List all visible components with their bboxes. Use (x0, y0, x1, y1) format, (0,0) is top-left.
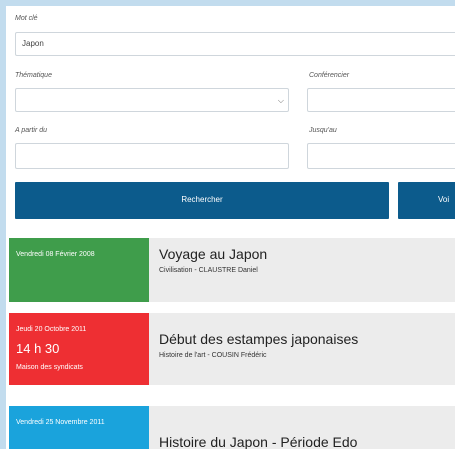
result-card[interactable]: Vendredi 08 Février 2008 Voyage au Japon… (9, 238, 455, 302)
result-place: Maison des syndicats (16, 364, 83, 371)
speaker-input[interactable] (307, 88, 455, 112)
from-date-label: A partir du (15, 127, 48, 134)
until-date-input[interactable] (307, 143, 455, 169)
result-date: Jeudi 20 Octobre 2011 (16, 326, 87, 333)
result-date-block: Vendredi 25 Novembre 2011 (9, 406, 149, 449)
keyword-input[interactable]: Japon (15, 32, 455, 56)
secondary-button[interactable]: Voi (398, 182, 455, 219)
keyword-value: Japon (22, 39, 44, 48)
result-card[interactable]: Jeudi 20 Octobre 2011 14 h 30 Maison des… (9, 313, 455, 385)
theme-select[interactable]: ⌵ (15, 88, 289, 112)
keyword-label: Mot clé (15, 15, 38, 22)
speaker-label: Conférencier (309, 72, 350, 79)
result-date-block: Jeudi 20 Octobre 2011 14 h 30 Maison des… (9, 313, 149, 385)
result-time: 14 h 30 (16, 341, 60, 356)
result-subtitle: Histoire de l'art - COUSIN Frédéric (159, 352, 267, 359)
theme-label: Thématique (15, 72, 52, 79)
result-date-block: Vendredi 08 Février 2008 (9, 238, 149, 302)
from-date-input[interactable] (15, 143, 289, 169)
page: Mot clé Japon Thématique ⌵ Conférencier … (0, 0, 455, 449)
result-title[interactable]: Début des estampes japonaises (159, 331, 358, 347)
result-card[interactable]: Vendredi 25 Novembre 2011 Histoire du Ja… (9, 406, 455, 449)
chevron-down-icon: ⌵ (277, 96, 284, 105)
result-title[interactable]: Histoire du Japon - Période Edo (159, 434, 357, 449)
search-button[interactable]: Rechercher (15, 182, 389, 219)
result-subtitle: Civilisation - CLAUSTRE Daniel (159, 267, 258, 274)
result-date: Vendredi 08 Février 2008 (16, 251, 95, 258)
result-title[interactable]: Voyage au Japon (159, 246, 267, 262)
result-date: Vendredi 25 Novembre 2011 (16, 419, 105, 426)
until-date-label: Jusqu'au (309, 127, 337, 134)
